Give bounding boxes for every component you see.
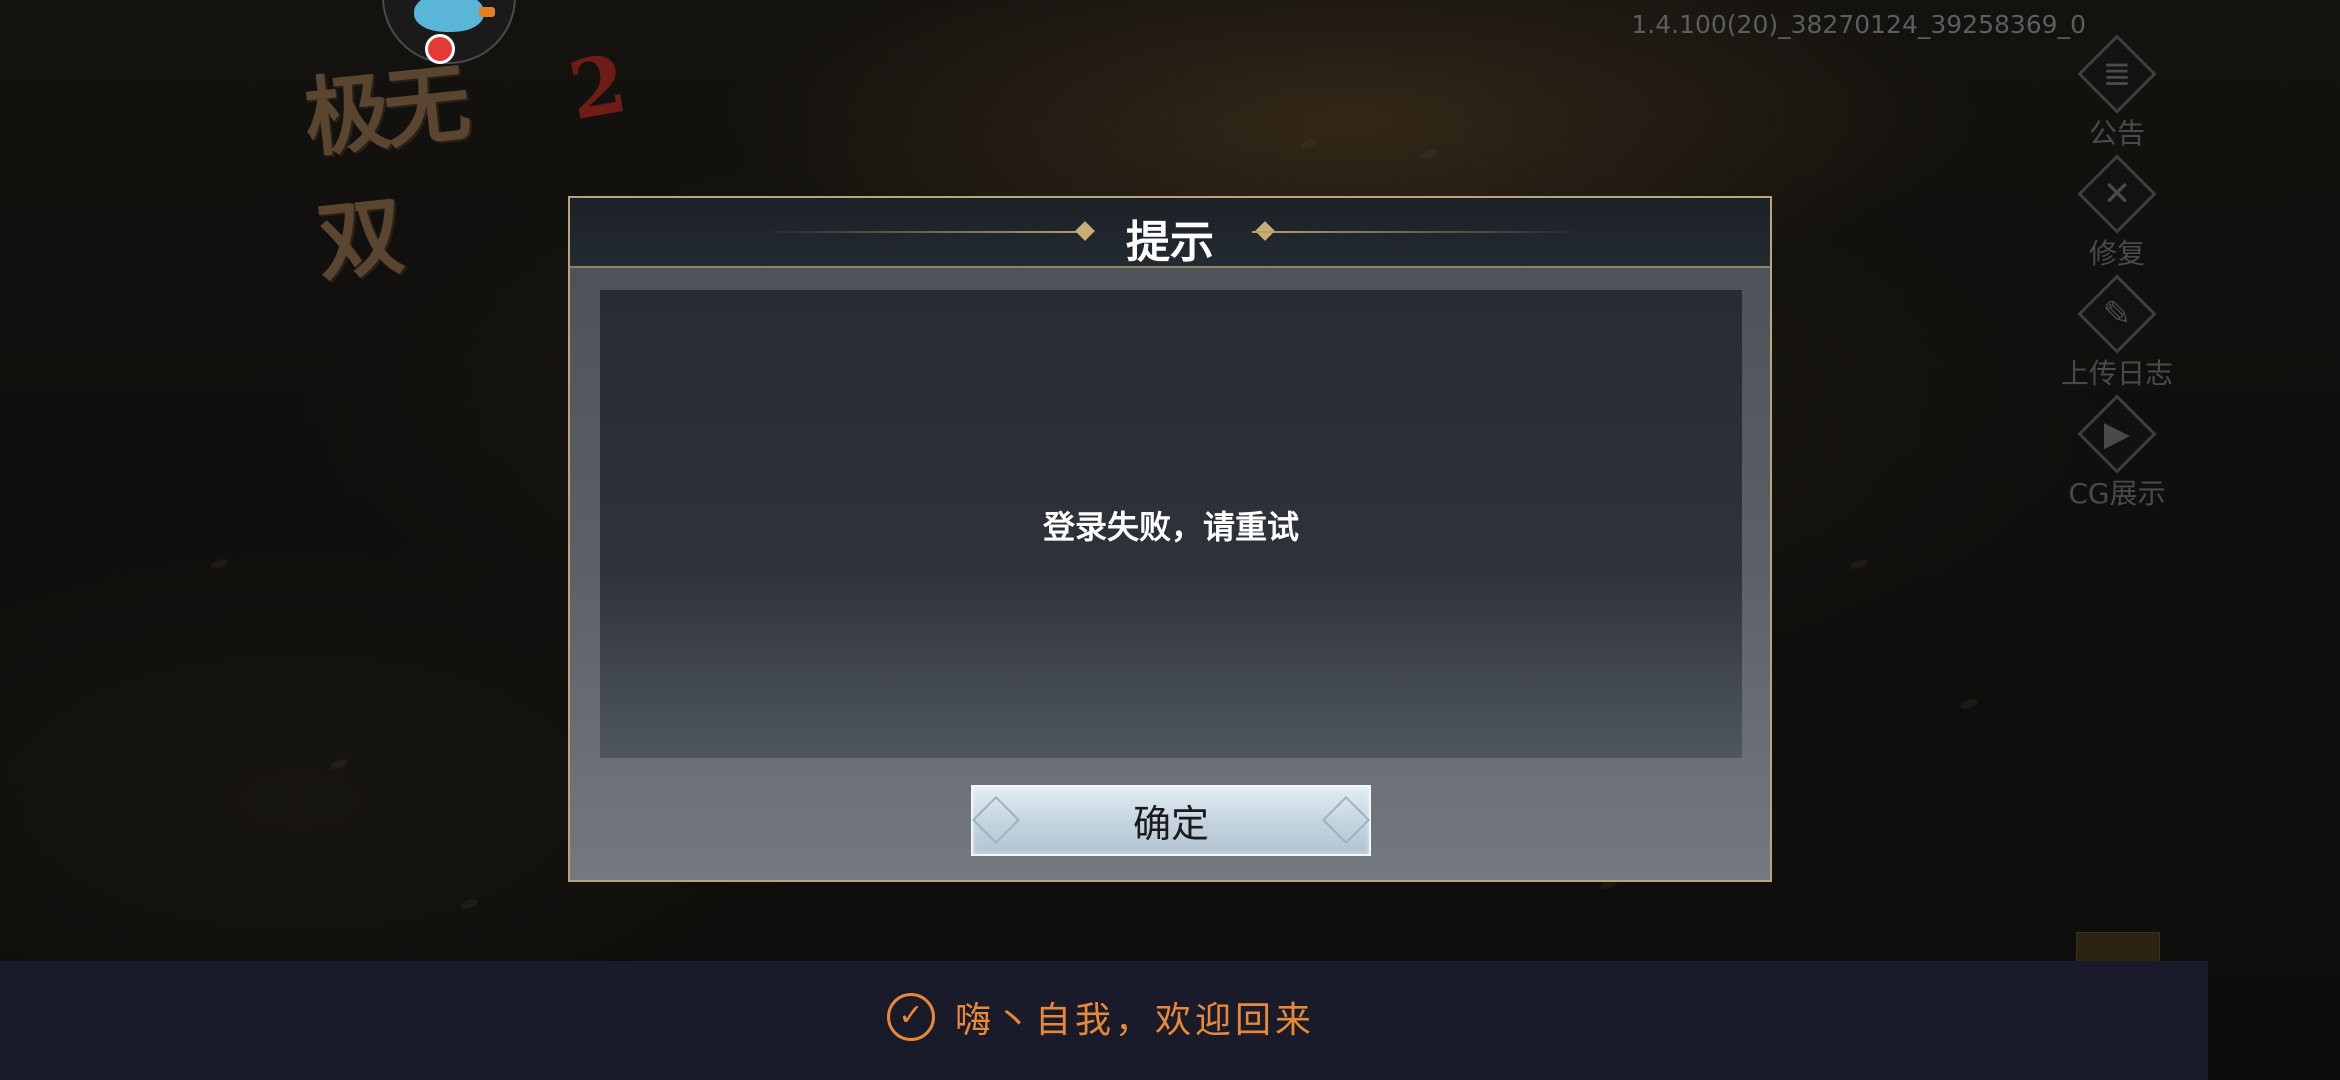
dialog-title: 提示 (1126, 217, 1214, 268)
side-item-announcement[interactable]: ≣ 公告 (2052, 34, 2182, 160)
bird-beak (479, 7, 495, 17)
side-item-label: 上传日志 (2060, 357, 2173, 390)
dialog-message: 登录失败，请重试 (1042, 508, 1299, 546)
side-item-cg-display[interactable]: ▶ CG展示 (2052, 394, 2182, 520)
game-logo: 极无双 2 (150, 0, 633, 294)
bird-mascot-icon (414, 0, 484, 32)
side-menu: ≣ 公告 ✕ 修复 ✎ 上传日志 ▶ CG展示 (2052, 34, 2182, 520)
check-circle-icon: ✓ (887, 993, 935, 1041)
confirm-button[interactable]: 确定 (971, 785, 1371, 856)
button-ornament-left (971, 795, 1021, 845)
side-item-upload-log[interactable]: ✎ 上传日志 (2052, 274, 2182, 400)
side-item-repair[interactable]: ✕ 修复 (2052, 154, 2182, 280)
alert-dialog: 提示 登录失败，请重试 确定 (568, 196, 1772, 882)
logo-text: 极无双 (299, 52, 470, 295)
dialog-header: 提示 (570, 198, 1770, 268)
side-item-label: CG展示 (2068, 477, 2166, 510)
toast-message: 嗨丶自我，欢迎回来 (955, 1000, 1316, 1041)
confirm-button-label: 确定 (1132, 802, 1209, 846)
side-item-label: 修复 (2088, 237, 2145, 270)
version-string: 1.4.100(20)_38270124_39258369_0 (1631, 10, 2086, 39)
upload-log-icon: ✎ (2102, 294, 2132, 334)
side-item-label: 公告 (2088, 117, 2145, 150)
announcement-icon: ≣ (2102, 54, 2132, 94)
repair-icon: ✕ (2102, 174, 2132, 214)
welcome-toast: ✓ 嗨丶自我，欢迎回来 (0, 961, 2208, 1080)
cg-video-icon: ▶ (2103, 414, 2131, 454)
header-ornament-right (1252, 231, 1582, 233)
dialog-content-panel: 登录失败，请重试 (600, 290, 1742, 758)
button-ornament-right (1321, 795, 1371, 845)
